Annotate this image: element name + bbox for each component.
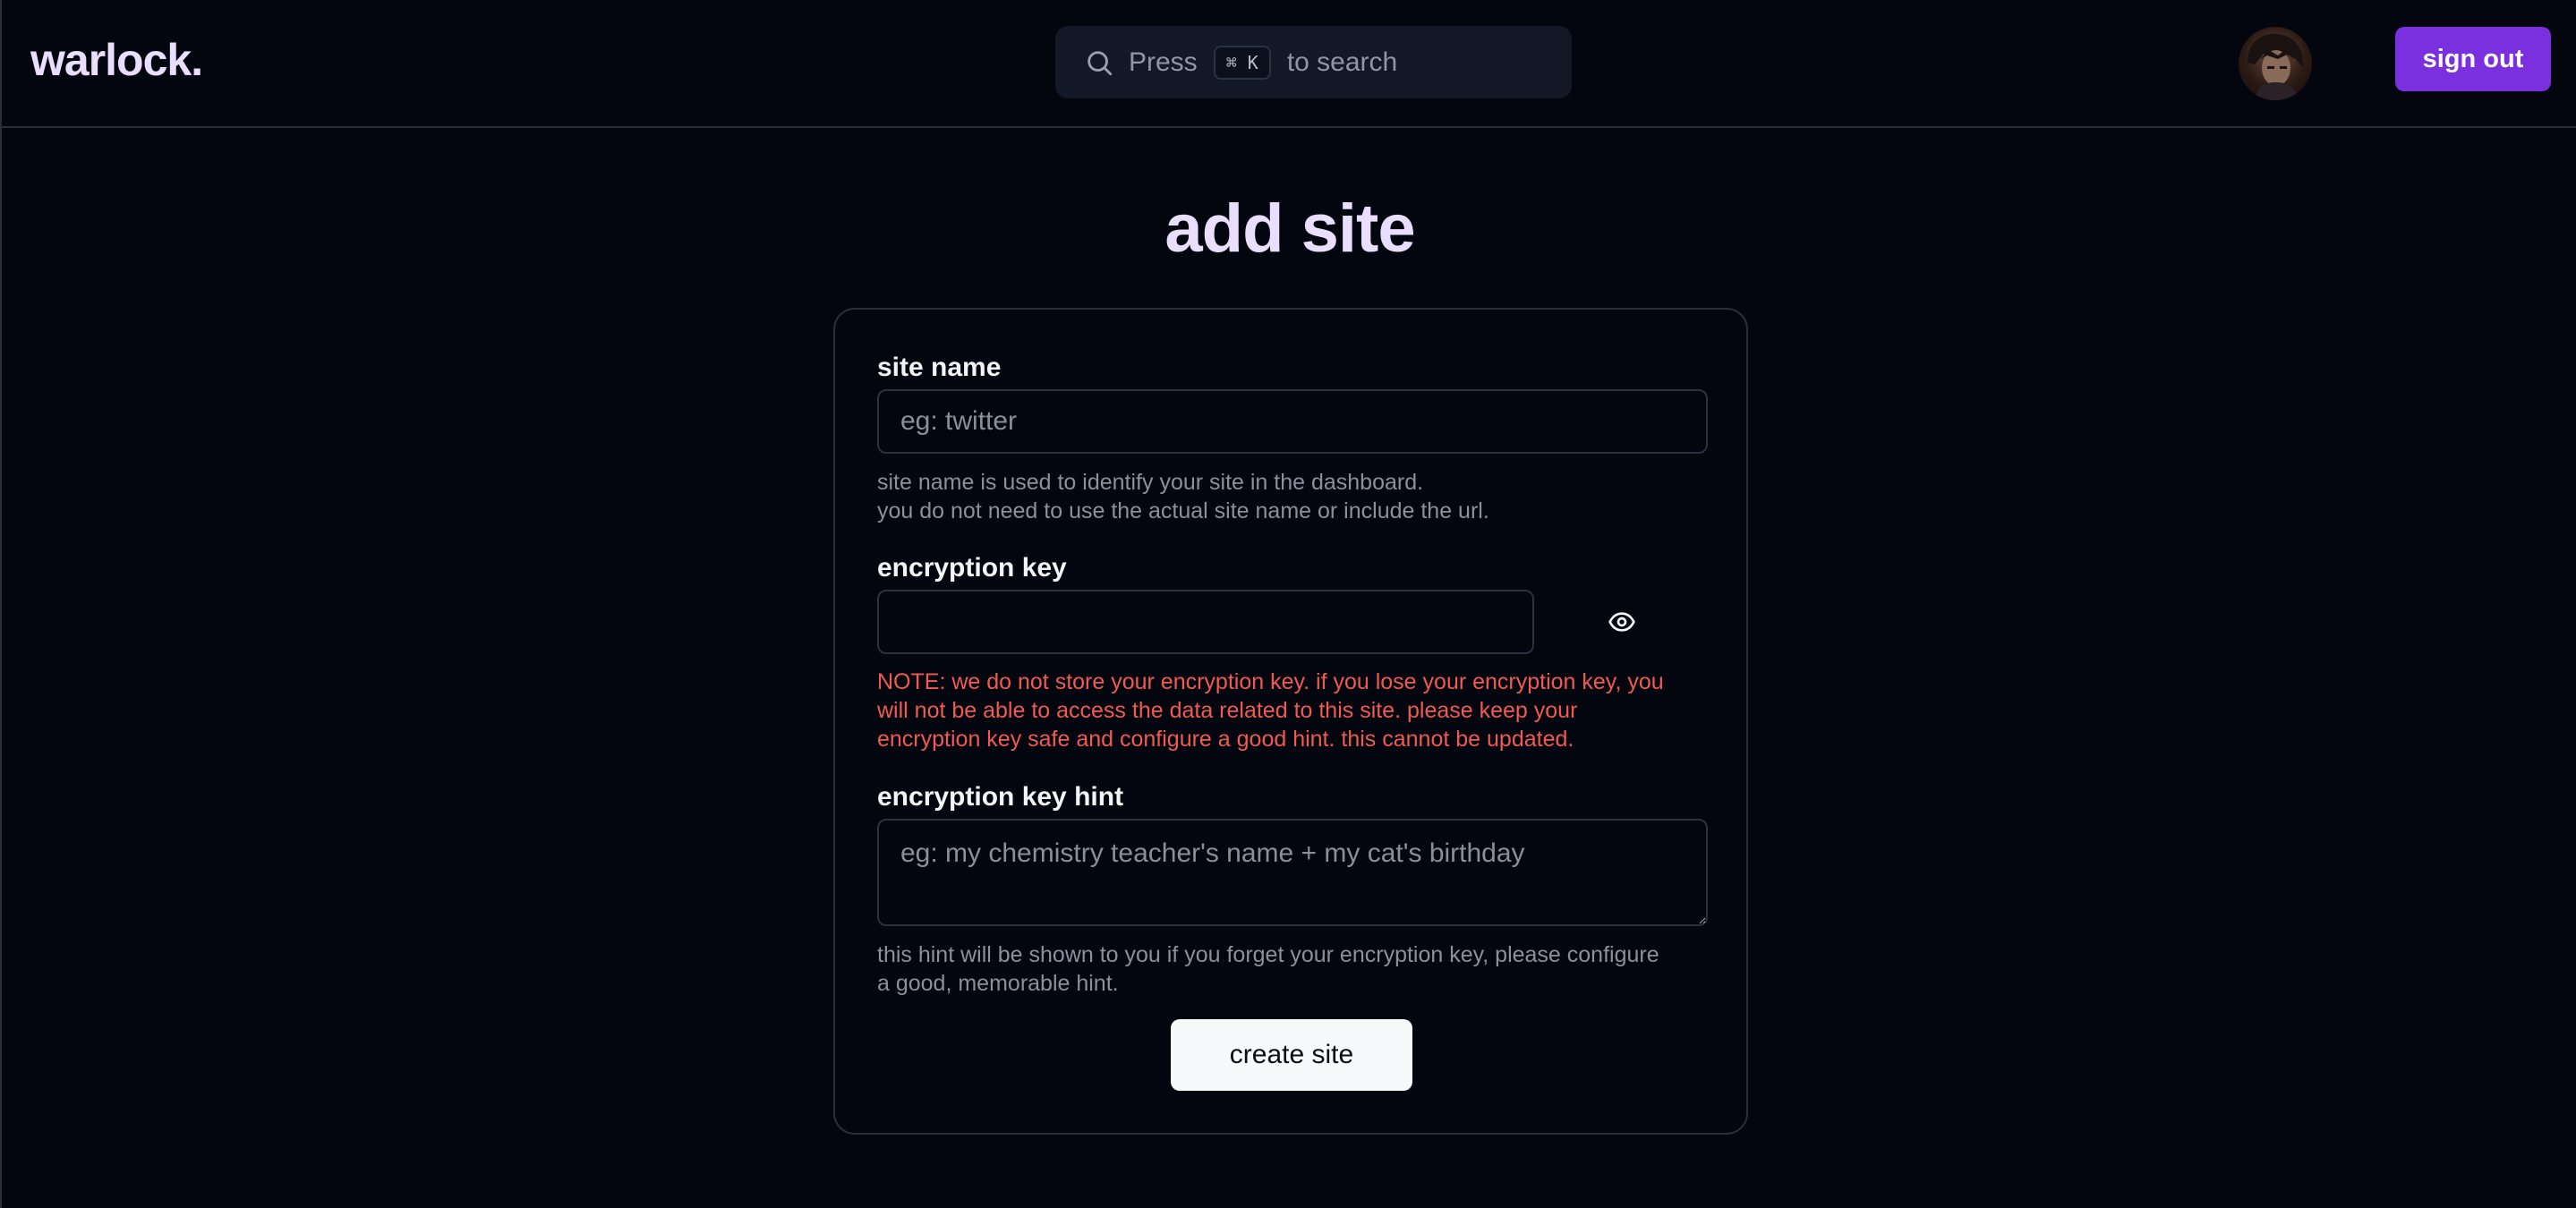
- create-site-button[interactable]: create site: [1171, 1019, 1412, 1091]
- warning-line: NOTE: we do not store your encryption ke…: [877, 669, 1664, 694]
- hint-help-line: this hint will be shown to you if you fo…: [877, 942, 1659, 967]
- top-navbar: warlock. Press ⌘ K to search sign out: [2, 0, 2576, 128]
- warning-line: will not be able to access the data rela…: [877, 698, 1578, 723]
- encryption-key-hint-help: this hint will be shown to you if you fo…: [877, 940, 1736, 998]
- encryption-key-hint-textarea[interactable]: [877, 819, 1708, 926]
- encryption-key-label: encryption key: [877, 553, 1067, 583]
- eye-icon[interactable]: [1602, 602, 1642, 642]
- hint-help-line: a good, memorable hint.: [877, 971, 1119, 996]
- page: warlock. Press ⌘ K to search sign out ad…: [0, 0, 2576, 1208]
- warning-line: encryption key safe and configure a good…: [877, 727, 1574, 752]
- add-site-form: site name site name is used to identify …: [833, 308, 1748, 1135]
- encryption-key-warning: NOTE: we do not store your encryption ke…: [877, 668, 1736, 753]
- site-name-help-line: you do not need to use the actual site n…: [877, 498, 1489, 523]
- search-bar[interactable]: Press ⌘ K to search: [1055, 26, 1572, 98]
- search-suffix-text: to search: [1286, 47, 1398, 77]
- site-name-help: site name is used to identify your site …: [877, 468, 1719, 525]
- search-prefix-text: Press: [1129, 47, 1198, 77]
- user-avatar[interactable]: [2239, 27, 2312, 100]
- search-shortcut-key: ⌘ K: [1213, 45, 1271, 80]
- sign-out-button[interactable]: sign out: [2395, 27, 2551, 91]
- site-name-input[interactable]: [877, 389, 1708, 454]
- encryption-key-input[interactable]: [877, 590, 1534, 654]
- page-title: add site: [1164, 191, 1415, 267]
- encryption-key-hint-label: encryption key hint: [877, 782, 1124, 812]
- site-name-label: site name: [877, 353, 1002, 382]
- site-name-help-line: site name is used to identify your site …: [877, 470, 1424, 495]
- search-icon: [1084, 47, 1114, 78]
- logo[interactable]: warlock.: [30, 34, 203, 86]
